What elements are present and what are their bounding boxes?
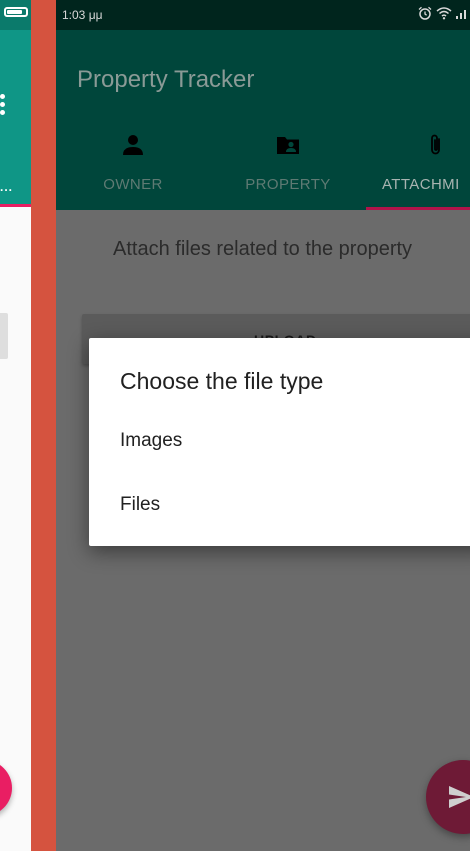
option-files-label: Files	[120, 494, 161, 515]
left-fab[interactable]	[0, 760, 12, 816]
attach-hint: Attach files related to the property	[113, 238, 413, 260]
folder-shared-icon	[277, 137, 299, 154]
frame-divider	[31, 0, 56, 851]
option-images[interactable]: Images	[89, 412, 470, 468]
status-bar: 1:03 μμ	[56, 0, 470, 30]
dialog-title: Choose the file type	[120, 368, 324, 394]
file-type-dialog: Choose the file type Images Files	[89, 338, 470, 546]
status-icons	[418, 6, 466, 20]
more-vert-icon[interactable]	[0, 94, 6, 116]
left-status-bar	[0, 0, 31, 30]
signal-icon	[456, 10, 466, 19]
option-files[interactable]: Files	[89, 476, 470, 532]
alarm-icon	[418, 6, 432, 20]
left-button[interactable]	[0, 313, 8, 359]
wifi-icon	[436, 7, 452, 20]
left-tab-indicator	[0, 204, 31, 207]
tab-property-label: PROPERTY	[245, 176, 331, 193]
tab-owner-label: OWNER	[103, 176, 163, 193]
tab-owner[interactable]: OWNER	[86, 128, 180, 210]
app-title: Property Tracker	[77, 66, 255, 93]
left-tab-ellipsis: ...	[0, 180, 14, 194]
tab-attachments-label: ATTACHMI	[382, 176, 460, 193]
status-time: 1:03 μμ	[62, 8, 103, 22]
tab-property[interactable]: PROPERTY	[232, 128, 344, 210]
option-images-label: Images	[120, 430, 183, 451]
person-icon	[123, 135, 143, 155]
battery-icon	[4, 7, 28, 17]
tab-attachments[interactable]: ATTACHMI	[366, 128, 470, 210]
paperclip-icon	[431, 134, 440, 155]
send-icon	[449, 786, 470, 808]
main-phone: 1:03 μμ Property Tracker OWNER PROPERTY …	[56, 0, 470, 851]
left-phone-fragment: ...	[0, 0, 31, 851]
app-bar: Property Tracker OWNER PROPERTY ATTACHMI	[56, 30, 470, 210]
